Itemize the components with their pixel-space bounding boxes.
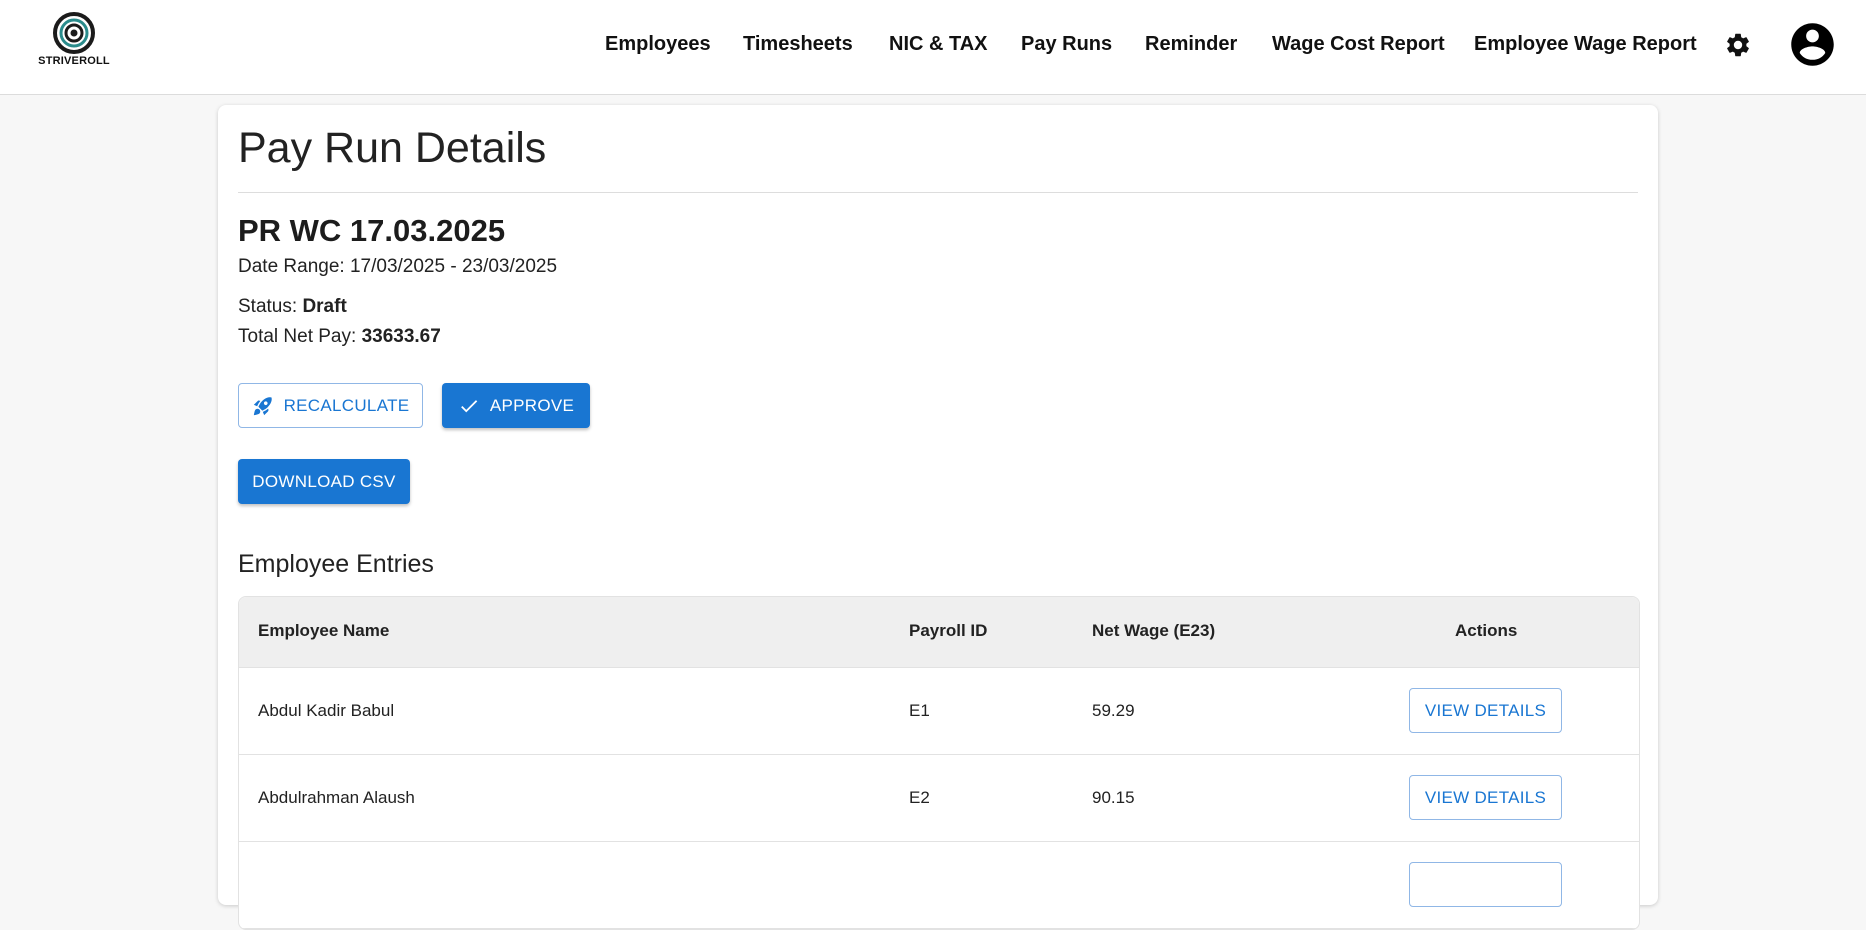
status-line: Status: Draft (238, 296, 347, 318)
download-csv-label: DOWNLOAD CSV (252, 471, 396, 491)
nav-pay-runs[interactable]: Pay Runs (1021, 33, 1112, 56)
nav-employee-wage-report[interactable]: Employee Wage Report (1474, 33, 1697, 56)
account-circle-icon[interactable] (1787, 19, 1838, 70)
column-header-net-wage[interactable]: Net Wage (E23) (1092, 621, 1215, 641)
nav-employees[interactable]: Employees (605, 33, 711, 56)
employee-entries-title: Employee Entries (238, 550, 434, 578)
table-row (239, 842, 1639, 929)
view-details-button[interactable] (1409, 862, 1562, 907)
employee-name-cell: Abdulrahman Alaush (258, 788, 415, 807)
view-details-button[interactable]: VIEW DETAILS (1409, 688, 1562, 733)
payrun-name: PR WC 17.03.2025 (238, 213, 506, 248)
status-value: Draft (302, 296, 347, 317)
nav-timesheets[interactable]: Timesheets (743, 33, 853, 56)
column-header-employee-name[interactable]: Employee Name (258, 621, 389, 641)
net-wage-cell: 59.29 (1092, 701, 1135, 720)
net-wage-cell: 90.15 (1092, 788, 1135, 807)
column-header-actions: Actions (1455, 621, 1518, 640)
brand-logo[interactable]: STRIVEROLL (38, 12, 110, 76)
date-range: Date Range: 17/03/2025 - 23/03/2025 (238, 256, 557, 278)
gear-icon[interactable] (1724, 31, 1752, 59)
payroll-id-cell: E1 (909, 701, 930, 720)
title-divider (238, 192, 1638, 193)
status-label: Status: (238, 296, 298, 317)
table-header: Employee Name Payroll ID Net Wage (E23) … (239, 597, 1639, 668)
brand-name: STRIVEROLL (38, 55, 110, 67)
total-net-pay-value: 33633.67 (361, 326, 441, 347)
nav-nic-tax[interactable]: NIC & TAX (889, 33, 988, 56)
date-range-value: 17/03/2025 - 23/03/2025 (349, 256, 558, 277)
approve-label: APPROVE (489, 395, 575, 415)
nav-wage-cost-report[interactable]: Wage Cost Report (1272, 33, 1445, 56)
table-row: Abdulrahman Alaush E2 90.15 VIEW DETAILS (239, 755, 1639, 842)
total-net-pay-label: Total Net Pay: (238, 326, 357, 347)
recalculate-label: RECALCULATE (283, 395, 410, 415)
view-details-button[interactable]: VIEW DETAILS (1409, 775, 1562, 820)
page-title: Pay Run Details (238, 124, 547, 172)
approve-button[interactable]: APPROVE (442, 383, 590, 428)
check-icon (460, 399, 478, 412)
top-app-bar: STRIVEROLL Employees Timesheets NIC & TA… (0, 0, 1866, 95)
date-range-label: Date Range: (238, 256, 345, 277)
target-logo-icon (53, 12, 95, 54)
table-row: Abdul Kadir Babul E1 59.29 VIEW DETAILS (239, 668, 1639, 755)
nav-reminder[interactable]: Reminder (1145, 33, 1237, 56)
column-header-payroll-id[interactable]: Payroll ID (909, 621, 987, 641)
payroll-id-cell: E2 (909, 788, 930, 807)
employee-entries-table: Employee Name Payroll ID Net Wage (E23) … (238, 596, 1640, 930)
recalculate-button[interactable]: RECALCULATE (238, 383, 423, 428)
download-csv-button[interactable]: DOWNLOAD CSV (238, 459, 410, 504)
rocket-icon (253, 396, 272, 415)
employee-name-cell: Abdul Kadir Babul (258, 701, 395, 720)
pay-run-details-card: Pay Run Details PR WC 17.03.2025 Date Ra… (218, 105, 1658, 930)
total-net-pay-line: Total Net Pay: 33633.67 (238, 326, 441, 348)
